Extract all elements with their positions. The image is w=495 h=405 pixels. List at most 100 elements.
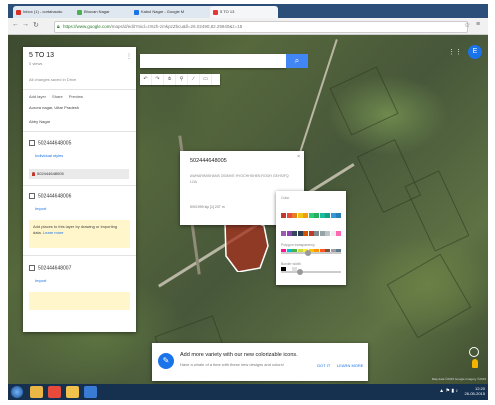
feature-item[interactable]: 502444648005 [29, 169, 129, 179]
pegman-icon[interactable] [472, 359, 478, 368]
url-host: https://www.google.com [63, 24, 111, 29]
my-maps-icon [213, 10, 218, 15]
color-swatch[interactable] [281, 230, 286, 236]
clock[interactable]: 12:20 26-05-2015 [465, 386, 485, 396]
color-swatch[interactable] [286, 230, 292, 236]
tab-label: 5 TO 13 [220, 9, 235, 14]
apps-grid-icon[interactable]: ⋮⋮ [448, 48, 462, 56]
color-swatch[interactable] [286, 212, 292, 218]
media-app[interactable] [84, 386, 97, 398]
individual-styles-link[interactable]: Individual styles [35, 153, 63, 158]
search-input[interactable] [140, 54, 286, 68]
system-tray[interactable]: ▲ ⚑ ▮ ♪ [439, 388, 458, 394]
color-swatch[interactable] [297, 212, 303, 218]
color-swatch[interactable] [292, 230, 297, 236]
tab-label: Kabul Nagar - Google M [141, 9, 185, 14]
color-swatch[interactable] [325, 230, 330, 236]
divider [23, 255, 136, 256]
divider [23, 185, 136, 186]
opacity-label: Polygon transparency [281, 243, 315, 247]
map-title[interactable]: 5 TO 13 [29, 52, 54, 59]
close-icon[interactable]: × [297, 154, 300, 160]
back-icon[interactable]: ← [12, 21, 19, 28]
chrome-app[interactable] [48, 386, 61, 398]
tab-gmail[interactable]: Inbox (1) - cortahaudu [13, 6, 81, 18]
reload-icon[interactable]: ↻ [33, 21, 39, 29]
color-swatch[interactable] [319, 212, 325, 218]
add-layer-button[interactable]: Add layer [29, 94, 46, 99]
layer-checkbox[interactable] [29, 265, 35, 271]
map-views: 0 views [29, 61, 43, 66]
forward-icon[interactable]: → [22, 21, 29, 28]
color-label: Color [281, 196, 290, 200]
field [386, 253, 472, 339]
opacity-slider[interactable] [281, 250, 341, 256]
color-swatch[interactable] [314, 212, 319, 218]
color-swatch[interactable] [336, 212, 341, 218]
color-swatch[interactable] [308, 230, 314, 236]
drawing-toolbar: ↶ ↷ ✋︎ ⚲ ∕ ▭ [140, 74, 220, 85]
got-it-button[interactable]: GOT IT [317, 363, 330, 368]
clock-date: 26-05-2015 [464, 391, 485, 396]
tab-label: Bhuvan Nagar [84, 9, 110, 14]
hand-icon[interactable]: ✋︎ [164, 74, 176, 85]
star-icon[interactable]: ☆ [464, 21, 470, 29]
color-swatch[interactable] [303, 212, 308, 218]
url-path: /maps/d/edit?mid=zr6zh-zmkpzZbcu&ll=26.0… [110, 24, 243, 29]
color-swatch[interactable] [292, 212, 297, 218]
base-layer-row[interactable]: Aurora nagar, Uttar Pradesh [29, 105, 79, 110]
search-button[interactable]: ⌕ [286, 54, 308, 68]
base-map-row[interactable]: Abby Nagar [29, 119, 50, 124]
color-swatch[interactable] [303, 230, 308, 236]
ruler-icon[interactable]: ▭ [200, 74, 212, 85]
gmail-icon [16, 10, 21, 15]
learn-more-button[interactable]: LEARN MORE [337, 363, 363, 368]
import-link[interactable]: Import [35, 278, 46, 283]
layer-2-title[interactable]: 502444648006 [29, 193, 71, 199]
undo-icon[interactable]: ↶ [140, 74, 152, 85]
layer-1-title[interactable]: 502444648005 [29, 140, 71, 146]
location-icon[interactable] [469, 347, 479, 357]
feature-title: 502444648005 [190, 158, 227, 164]
color-swatch[interactable] [308, 212, 314, 218]
feature-measurements: 5/9/1999 kip [1] 207 m [190, 205, 225, 209]
layer-checkbox[interactable] [29, 193, 35, 199]
color-swatch[interactable] [330, 230, 336, 236]
pin-icon [32, 172, 35, 176]
color-swatch[interactable] [314, 230, 319, 236]
learn-more-link[interactable]: Learn more [43, 230, 63, 235]
explorer-app[interactable] [30, 386, 43, 398]
color-swatch[interactable] [281, 212, 286, 218]
folder-app[interactable] [66, 386, 79, 398]
marker-icon[interactable]: ⚲ [176, 74, 188, 85]
divider [23, 89, 136, 90]
avatar[interactable]: E [468, 45, 482, 59]
color-swatch[interactable] [319, 230, 325, 236]
start-icon[interactable] [11, 386, 23, 398]
layer-3-title[interactable]: 502444648007 [29, 265, 71, 271]
layer-checkbox[interactable] [29, 140, 35, 146]
divider [23, 131, 136, 132]
tab-5-to-13[interactable]: 5 TO 13 [210, 6, 278, 18]
share-button[interactable]: Share [52, 94, 63, 99]
color-swatch[interactable] [330, 212, 336, 218]
color-swatch[interactable] [336, 230, 341, 236]
field [404, 170, 470, 252]
menu-icon[interactable]: ≡ [476, 21, 480, 28]
line-icon[interactable]: ∕ [188, 74, 200, 85]
tab-label: Inbox (1) - cortahaudu [23, 9, 63, 14]
feature-description: AWHARIMISHANS OIDMVE HYOCHHSHEN ROOH GEH… [190, 174, 289, 184]
preview-button[interactable]: Preview [69, 94, 83, 99]
redo-icon[interactable]: ↷ [152, 74, 164, 85]
save-status: All changes saved in Drive [29, 77, 77, 82]
tab-kabul-nagar[interactable]: Kabul Nagar - Google M [131, 6, 217, 18]
url-field[interactable]: 🔒︎ https://www.google.com/maps/d/edit?mi… [54, 21, 468, 33]
more-vert-icon[interactable]: ⋮ [126, 53, 132, 60]
color-swatch[interactable] [297, 230, 303, 236]
color-swatch[interactable] [325, 212, 330, 218]
border-slider[interactable] [281, 269, 341, 275]
browser-tabstrip: Inbox (1) - cortahaudu Bhuvan Nagar Kabu… [8, 4, 488, 18]
import-link[interactable]: Import [35, 206, 46, 211]
tab-bhuvan[interactable]: Bhuvan Nagar [74, 6, 138, 18]
empty-layer-hint: Add places to this layer by drawing or i… [29, 220, 130, 248]
